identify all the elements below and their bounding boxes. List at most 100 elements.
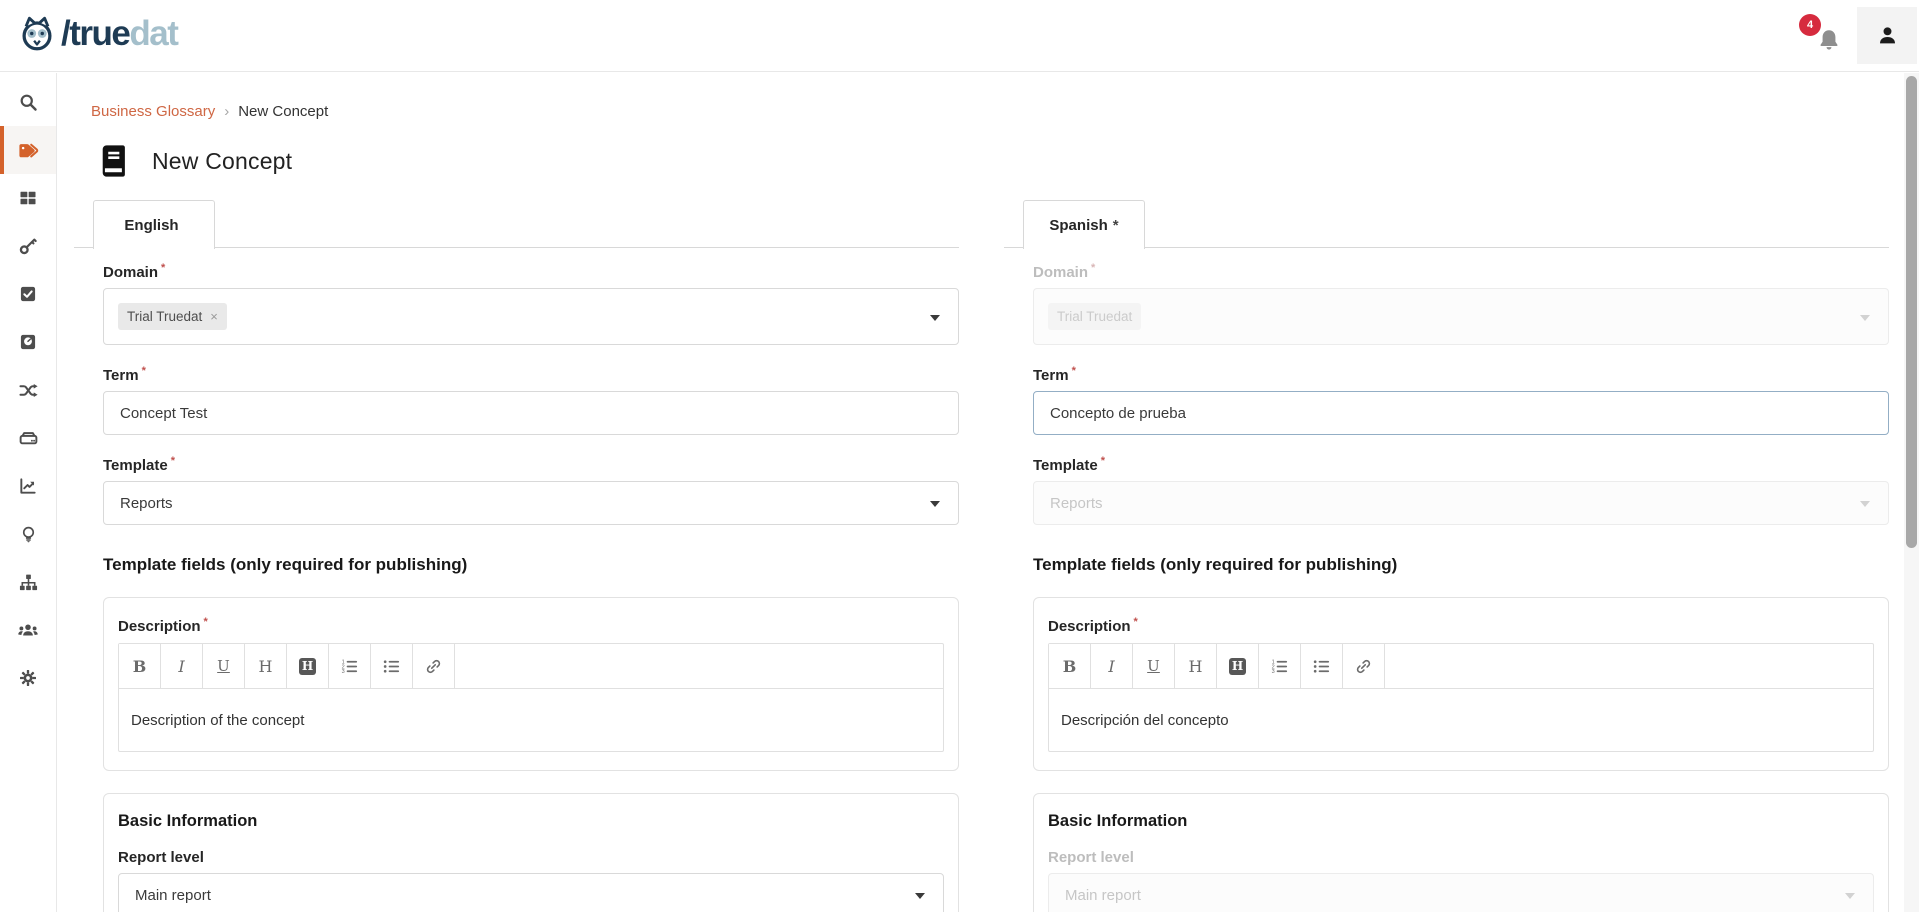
user-icon xyxy=(1875,23,1900,48)
svg-text:3: 3 xyxy=(342,669,345,675)
panel-spanish: Domain* Trial Truedat Term* Template* Re… xyxy=(1004,248,1889,912)
owl-icon xyxy=(16,13,58,55)
sidebar-item-insights[interactable] xyxy=(0,510,56,558)
remove-tag-icon[interactable]: × xyxy=(210,310,218,323)
chevron-down-icon xyxy=(915,893,925,899)
template-select[interactable]: Reports xyxy=(103,481,959,525)
page-title-row: New Concept xyxy=(94,142,1919,180)
editor-toolbar: B I U H H 1 2 3 xyxy=(1049,644,1873,689)
bold-button[interactable]: B xyxy=(119,644,161,688)
unordered-list-button[interactable] xyxy=(371,644,413,688)
book-icon xyxy=(94,142,132,180)
basic-information-heading: Basic Information xyxy=(118,812,944,831)
unordered-list-button[interactable] xyxy=(1301,644,1343,688)
term-label: Term* xyxy=(1033,365,1889,384)
template-fields-heading: Template fields (only required for publi… xyxy=(1033,555,1889,575)
main-content: Business Glossary › New Concept New Concep… xyxy=(58,73,1919,912)
svg-text:3: 3 xyxy=(1272,669,1275,675)
sidebar-item-analytics[interactable] xyxy=(0,462,56,510)
domain-tag: Trial Truedat × xyxy=(118,303,227,330)
chevron-down-icon xyxy=(930,501,940,507)
editor-toolbar: B I U H H 1 2 3 xyxy=(119,644,943,689)
domain-label: Domain* xyxy=(1033,262,1889,281)
term-input[interactable] xyxy=(103,391,959,435)
scrollbar-thumb[interactable] xyxy=(1906,76,1917,548)
check-square-icon xyxy=(18,284,38,304)
drive-icon xyxy=(18,428,39,449)
sidebar-item-structures[interactable] xyxy=(0,558,56,606)
heading-button[interactable]: H xyxy=(245,644,287,688)
link-button[interactable] xyxy=(413,644,455,688)
heading-button[interactable]: H xyxy=(1175,644,1217,688)
link-button[interactable] xyxy=(1343,644,1385,688)
chevron-down-icon xyxy=(930,315,940,321)
chevron-down-icon xyxy=(1860,501,1870,507)
underline-button[interactable]: U xyxy=(203,644,245,688)
tab-english[interactable]: English xyxy=(93,200,215,249)
sidebar-item-quality[interactable] xyxy=(0,270,56,318)
ordered-list-button[interactable]: 1 2 3 xyxy=(329,644,371,688)
sidebar-item-glossary[interactable] xyxy=(0,126,56,174)
sidebar-item-search[interactable] xyxy=(0,78,56,126)
bold-button[interactable]: B xyxy=(1049,644,1091,688)
brand-logo[interactable]: /truedat xyxy=(16,13,177,55)
sidebar-item-users[interactable] xyxy=(0,606,56,654)
vertical-scrollbar xyxy=(1904,73,1919,912)
report-level-select[interactable]: Main report xyxy=(118,873,944,912)
sidebar-item-dashboards[interactable] xyxy=(0,174,56,222)
tab-spanish[interactable]: Spanish* xyxy=(1023,200,1145,249)
sidebar-item-settings[interactable] xyxy=(0,654,56,702)
template-select-disabled: Reports xyxy=(1033,481,1889,525)
top-header: /truedat 4 xyxy=(0,0,1919,72)
unordered-list-icon xyxy=(382,657,401,676)
description-card: Description* B I U H H 1 xyxy=(1033,597,1889,771)
user-menu-button[interactable] xyxy=(1857,7,1917,64)
description-editor-content[interactable]: Descripción del concepto xyxy=(1049,689,1873,751)
domain-select[interactable]: Trial Truedat × xyxy=(103,288,959,345)
brand-name: /truedat xyxy=(61,14,177,54)
sidebar-item-data-sources[interactable] xyxy=(0,414,56,462)
chevron-down-icon xyxy=(1845,893,1855,899)
shuffle-icon xyxy=(18,380,39,401)
page-title: New Concept xyxy=(152,148,292,175)
italic-button[interactable]: I xyxy=(1091,644,1133,688)
sidebar-item-permissions[interactable] xyxy=(0,222,56,270)
domain-select-disabled: Trial Truedat xyxy=(1033,288,1889,345)
breadcrumb-business-glossary-link[interactable]: Business Glossary xyxy=(91,103,215,120)
basic-information-card: Basic Information Report level Main repo… xyxy=(1033,793,1889,912)
description-label: Description* xyxy=(1048,616,1874,635)
underline-button[interactable]: U xyxy=(1133,644,1175,688)
required-asterisk: * xyxy=(1072,365,1076,377)
notifications-button[interactable]: 4 xyxy=(1809,22,1843,60)
heading-block-button[interactable]: H xyxy=(287,644,329,688)
ordered-list-button[interactable]: 1 2 3 xyxy=(1259,644,1301,688)
basic-information-card: Basic Information Report level Main repo… xyxy=(103,793,959,912)
term-label: Term* xyxy=(103,365,959,384)
language-columns: English Domain* Trial Truedat × Term* Te… xyxy=(74,200,1889,912)
search-icon xyxy=(18,92,39,113)
required-asterisk: * xyxy=(204,616,208,628)
chart-line-icon xyxy=(18,476,38,496)
sitemap-icon xyxy=(18,572,39,593)
required-asterisk: * xyxy=(1101,455,1105,467)
breadcrumb-current: New Concept xyxy=(238,103,328,120)
link-icon xyxy=(1354,657,1373,676)
term-input[interactable] xyxy=(1033,391,1889,435)
required-asterisk: * xyxy=(161,262,165,274)
key-icon xyxy=(18,236,38,256)
breadcrumb-separator: › xyxy=(224,103,229,120)
template-label: Template* xyxy=(1033,455,1889,474)
sidebar-item-metrics[interactable] xyxy=(0,318,56,366)
italic-button[interactable]: I xyxy=(161,644,203,688)
tab-bar-spanish: Spanish* xyxy=(1004,200,1889,248)
grid-icon xyxy=(18,188,38,208)
sidebar-item-lineage[interactable] xyxy=(0,366,56,414)
notification-count-badge: 4 xyxy=(1799,14,1821,36)
rich-text-editor: B I U H H 1 2 3 xyxy=(1048,643,1874,752)
link-icon xyxy=(424,657,443,676)
panel-english: Domain* Trial Truedat × Term* Template* … xyxy=(74,248,959,912)
description-editor-content[interactable]: Description of the concept xyxy=(119,689,943,751)
heading-block-button[interactable]: H xyxy=(1217,644,1259,688)
chevron-down-icon xyxy=(1860,315,1870,321)
required-asterisk: * xyxy=(142,365,146,377)
